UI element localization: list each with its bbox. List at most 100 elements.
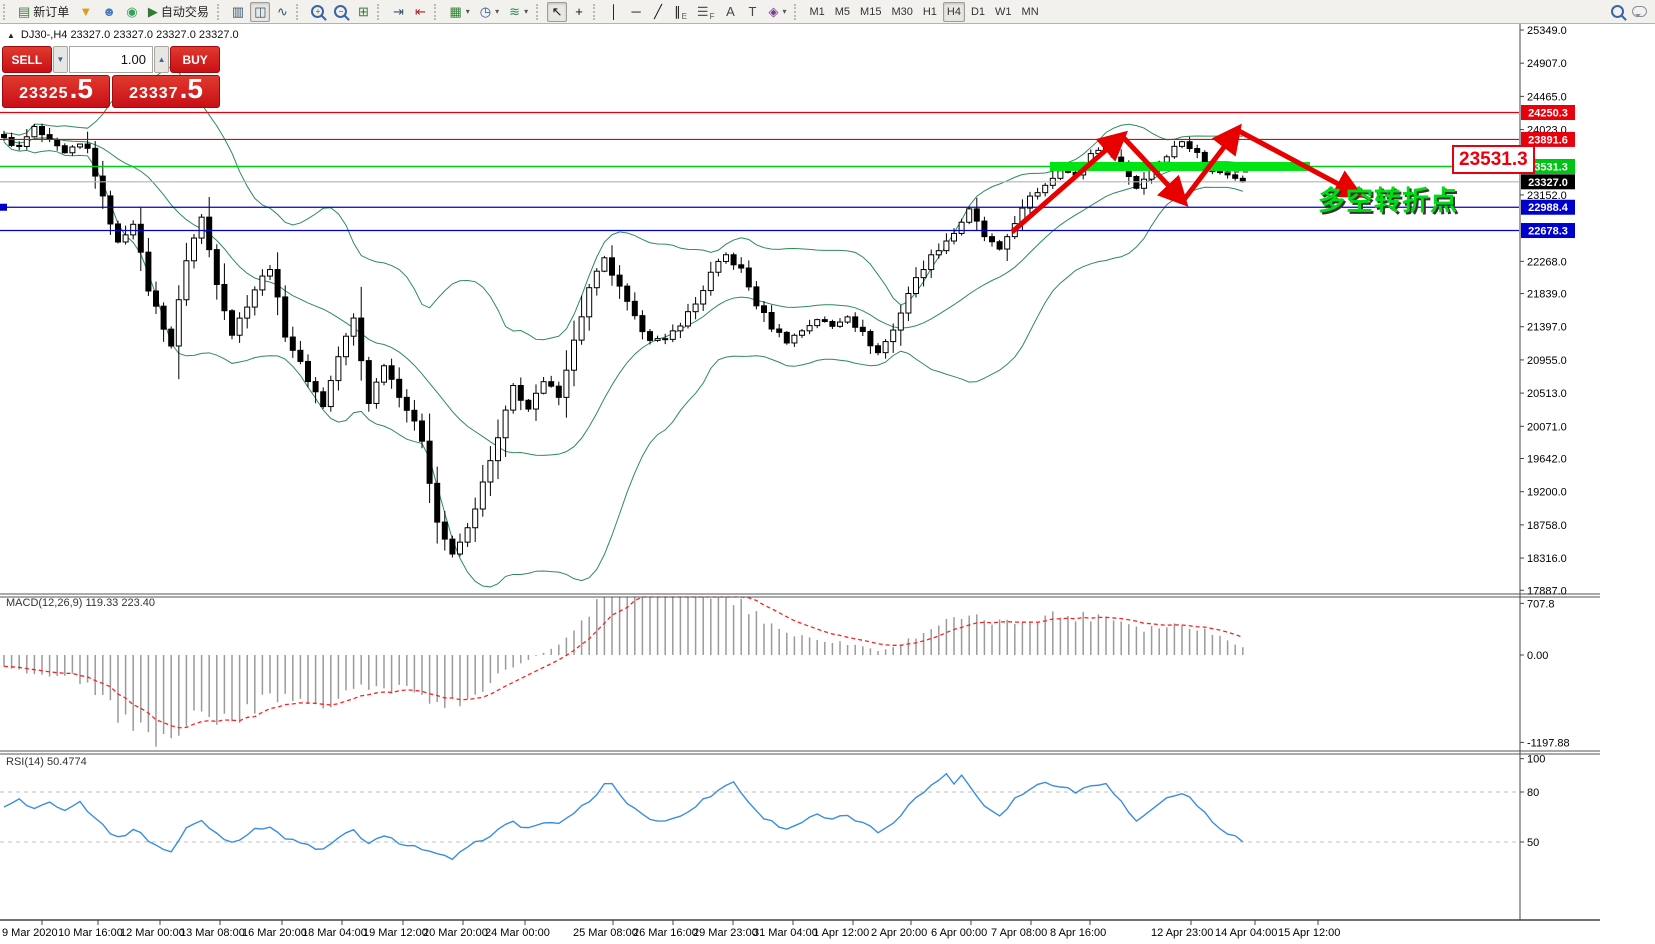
timeframe-m1-button[interactable]: M1 [805, 2, 828, 22]
chevron-down-icon: ▾ [466, 7, 470, 16]
svg-text:50: 50 [1527, 837, 1539, 849]
shift-end-icon: ⇥ [393, 5, 404, 18]
timeframe-h1-button[interactable]: H1 [919, 2, 941, 22]
chart-canvas[interactable]: 25349.024907.024465.024023.023152.022268… [0, 24, 1655, 944]
svg-text:24465.0: 24465.0 [1527, 91, 1567, 103]
fibonacci-button[interactable]: ☰F [693, 2, 719, 22]
cursor-button[interactable]: ↖ [547, 2, 567, 22]
search-icon[interactable] [1611, 5, 1624, 18]
volume-input[interactable] [69, 46, 153, 73]
play-box-icon: ▶ [148, 5, 158, 18]
svg-text:12 Mar 00:00: 12 Mar 00:00 [120, 927, 185, 939]
svg-text:26 Mar 16:00: 26 Mar 16:00 [633, 927, 698, 939]
price-callout-box[interactable]: 23531.3 [1452, 145, 1535, 174]
chevron-down-icon: ▾ [524, 7, 528, 16]
tile-windows-button[interactable]: ⊞ [353, 2, 373, 22]
svg-text:10 Mar 16:00: 10 Mar 16:00 [58, 927, 123, 939]
buy-price-main: 23337 [129, 85, 179, 103]
chevron-down-icon: ▾ [782, 7, 786, 16]
volume-decrease-button[interactable]: ▼ [53, 46, 68, 73]
symbol-ohlc-text: DJ30-,H4 23327.0 23327.0 23327.0 23327.0 [21, 29, 239, 41]
new-order-button-label: 新订单 [33, 3, 69, 20]
signal-icon-button[interactable]: ◉ [122, 2, 142, 22]
top-toolbar: ▤新订单▼☻◉▶自动交易▥◫∿+−⊞⇥⇤▦▾◷▾≋▾↖+│─╱∥E☰FAT◈▾M… [0, 0, 1655, 24]
toolbar-grip [434, 4, 439, 20]
sell-price-button[interactable]: 23325.5 [2, 75, 110, 108]
vline-icon: │ [610, 5, 618, 18]
arrows-button[interactable]: ◈▾ [764, 2, 790, 22]
chat-icon[interactable] [1632, 6, 1647, 17]
timeframe-d1-button[interactable]: D1 [967, 2, 989, 22]
timeframe-m30-button[interactable]: M30 [887, 2, 916, 22]
zoom-out-button[interactable]: − [330, 2, 351, 22]
mt4-window: { "toolbar": { "groups": [ {"items": [ {… [0, 0, 1655, 944]
fibo-sub-label: F [710, 12, 715, 21]
horizontal-line-button[interactable]: ─ [626, 2, 646, 22]
new-chart-icon: ▦ [449, 5, 461, 18]
svg-text:100: 100 [1527, 754, 1545, 766]
bar-chart-button[interactable]: ▥ [228, 2, 248, 22]
deposit-icon-button[interactable]: ▼ [75, 2, 96, 22]
svg-text:80: 80 [1527, 787, 1539, 799]
chinese-annotation-text[interactable]: 多空转折点 [1318, 179, 1458, 218]
toolbar-grip [3, 4, 8, 20]
svg-text:16 Mar 20:00: 16 Mar 20:00 [242, 927, 307, 939]
auto-scroll-icon: ⇤ [415, 5, 426, 18]
buy-price-button[interactable]: 23337.5 [112, 75, 220, 108]
collapse-panel-icon[interactable]: ▲ [7, 31, 15, 40]
label-button[interactable]: T [742, 2, 762, 22]
candlestick-chart-button[interactable]: ◫ [250, 2, 270, 22]
one-click-trade-panel: SELL ▼ ▲ BUY 23325.5 23337.5 [2, 46, 220, 108]
timeframe-m15-button[interactable]: M15 [856, 2, 885, 22]
cursor-icon: ↖ [552, 5, 563, 18]
periods-button[interactable]: ◷▾ [476, 2, 503, 22]
svg-text:20071.0: 20071.0 [1527, 421, 1567, 433]
clock-icon: ◷ [480, 5, 491, 18]
auto-trading-button[interactable]: ▶自动交易 [144, 2, 213, 22]
vertical-line-button[interactable]: │ [604, 2, 624, 22]
trendline-button[interactable]: ╱ [648, 2, 668, 22]
buy-button[interactable]: BUY [170, 46, 220, 73]
toolbar-grip [377, 4, 382, 20]
svg-text:21839.0: 21839.0 [1527, 289, 1567, 301]
svg-text:13 Mar 08:00: 13 Mar 08:00 [180, 927, 245, 939]
svg-text:7 Apr 08:00: 7 Apr 08:00 [991, 927, 1047, 939]
signal-icon: ◉ [126, 5, 137, 18]
trend-icon: ╱ [654, 5, 662, 18]
svg-text:31 Mar 04:00: 31 Mar 04:00 [753, 927, 818, 939]
arrows-tool-icon: ◈ [768, 5, 778, 18]
channel-button[interactable]: ∥E [670, 2, 691, 22]
timeframe-mn-button[interactable]: MN [1018, 2, 1043, 22]
tile-icon: ⊞ [358, 5, 369, 18]
svg-text:18316.0: 18316.0 [1527, 553, 1567, 565]
timeframe-h4-button[interactable]: H4 [943, 2, 965, 22]
zoom-in-button[interactable]: + [307, 2, 328, 22]
sell-price-main: 23325 [19, 85, 69, 103]
timeframe-m5-button[interactable]: M5 [831, 2, 854, 22]
svg-text:18758.0: 18758.0 [1527, 520, 1567, 532]
community-icon-button[interactable]: ☻ [98, 2, 120, 22]
new-order-button[interactable]: ▤新订单 [14, 2, 73, 22]
svg-text:12 Apr 23:00: 12 Apr 23:00 [1151, 927, 1213, 939]
props-icon: ≋ [509, 5, 520, 18]
timeframe-w1-button[interactable]: W1 [991, 2, 1016, 22]
crosshair-button[interactable]: + [569, 2, 589, 22]
chart-properties-button[interactable]: ≋▾ [505, 2, 532, 22]
text-button[interactable]: A [720, 2, 740, 22]
channel-icon: ∥ [674, 5, 681, 18]
svg-text:15 Apr 12:00: 15 Apr 12:00 [1278, 927, 1340, 939]
volume-increase-button[interactable]: ▲ [154, 46, 169, 73]
auto-scroll-button[interactable]: ⇤ [410, 2, 430, 22]
funnel-icon: ▼ [79, 5, 92, 18]
new-chart-button[interactable]: ▦▾ [445, 2, 473, 22]
hline-icon: ─ [631, 5, 640, 18]
svg-text:22678.3: 22678.3 [1528, 226, 1568, 238]
svg-text:24907.0: 24907.0 [1527, 58, 1567, 70]
rsi-label: RSI(14) 50.4774 [6, 756, 87, 768]
line-chart-button[interactable]: ∿ [272, 2, 292, 22]
svg-text:19642.0: 19642.0 [1527, 454, 1567, 466]
svg-text:17887.0: 17887.0 [1527, 585, 1567, 597]
chart-shift-button[interactable]: ⇥ [388, 2, 408, 22]
sell-button[interactable]: SELL [2, 46, 52, 73]
zoom-out-icon: − [334, 5, 347, 18]
